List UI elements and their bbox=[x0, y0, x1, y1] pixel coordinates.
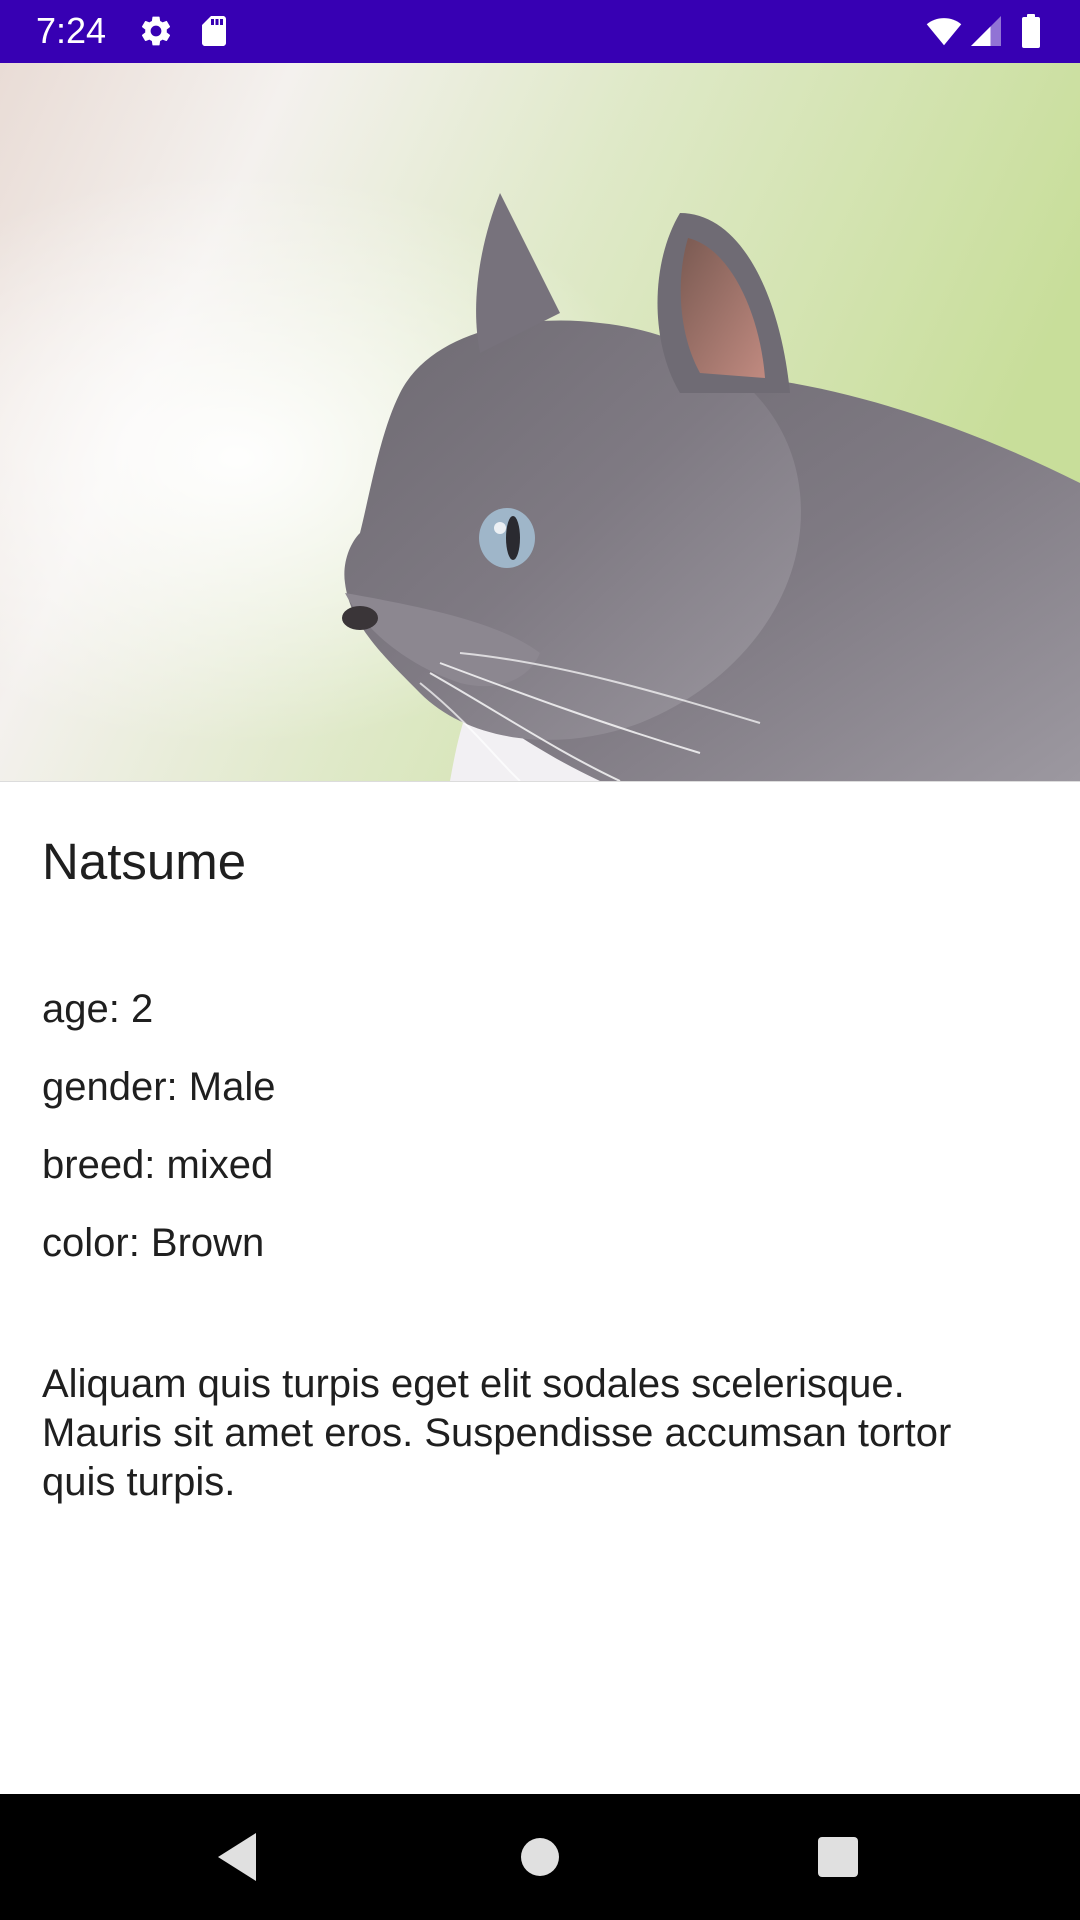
pet-gender: gender: Male bbox=[42, 1065, 276, 1109]
battery-icon bbox=[1014, 13, 1048, 49]
sd-card-icon bbox=[196, 13, 232, 49]
recents-icon[interactable] bbox=[808, 1827, 868, 1887]
pet-color: color: Brown bbox=[42, 1221, 265, 1265]
home-icon[interactable] bbox=[510, 1827, 570, 1887]
pet-photo bbox=[0, 63, 1080, 782]
navigation-bar bbox=[0, 1794, 1080, 1920]
status-time: 7:24 bbox=[36, 10, 107, 51]
pet-name: Natsume bbox=[42, 833, 247, 890]
cat-photo-illustration bbox=[0, 63, 1080, 781]
pet-description: Aliquam quis turpis eget elit sodales sc… bbox=[42, 1362, 952, 1504]
status-bar: 7:24 bbox=[0, 0, 1080, 63]
pet-age: age: 2 bbox=[42, 987, 154, 1031]
settings-icon bbox=[138, 13, 174, 49]
signal-icon bbox=[968, 13, 1004, 49]
back-icon[interactable] bbox=[208, 1827, 268, 1887]
pet-breed: breed: mixed bbox=[42, 1143, 274, 1187]
wifi-icon bbox=[923, 13, 965, 49]
